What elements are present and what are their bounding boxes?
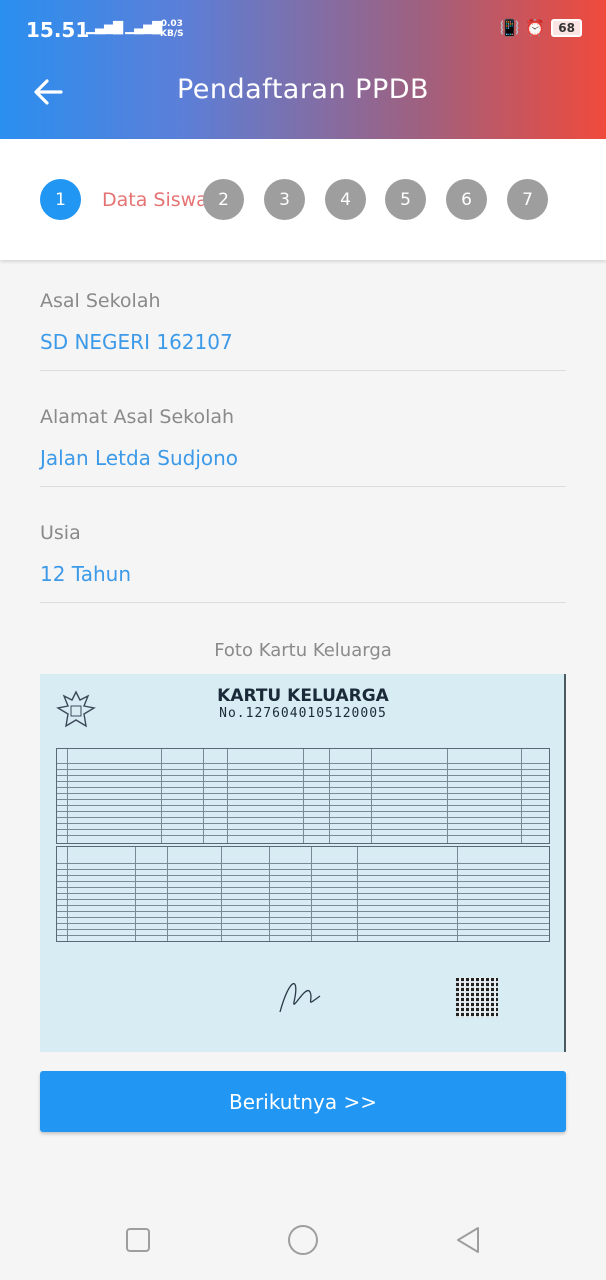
school-address-value: Jalan Letda Sudjono [40, 446, 239, 470]
age-label: Usia [40, 522, 81, 544]
card-heading: KARTU KELUARGA [217, 686, 389, 706]
app-header: 15.51 ▁▃▅▇ ▁▃▅▇ 0.03 KB/S 📳 ⏰ 68 Pendaft… [0, 0, 606, 139]
card-number: No.1276040105120005 [219, 706, 387, 721]
active-step-label: Data Siswa [102, 189, 208, 211]
system-nav-bar [0, 1200, 606, 1280]
circle-icon [288, 1225, 318, 1255]
network-speed-value: 0.03 [160, 19, 183, 29]
card-members-table [56, 748, 550, 844]
school-address-label: Alamat Asal Sekolah [40, 406, 235, 428]
school-origin-label: Asal Sekolah [40, 290, 161, 312]
step-6[interactable]: 6 [446, 179, 487, 220]
family-card-photo-title: Foto Kartu Keluarga [214, 640, 392, 661]
triangle-back-icon [457, 1227, 479, 1253]
vibrate-icon: 📳 [499, 18, 520, 37]
signal-icon: ▁▃▅▇ ▁▃▅▇ [86, 20, 162, 35]
qr-code-icon [456, 978, 498, 1018]
step-2[interactable]: 2 [203, 179, 244, 220]
step-5[interactable]: 5 [385, 179, 426, 220]
step-3[interactable]: 3 [264, 179, 305, 220]
status-bar: 15.51 ▁▃▅▇ ▁▃▅▇ 0.03 KB/S 📳 ⏰ 68 [0, 0, 606, 44]
step-4[interactable]: 4 [325, 179, 366, 220]
divider [40, 602, 566, 603]
status-time: 15.51 [26, 18, 90, 42]
step-1[interactable]: 1 [40, 179, 81, 220]
school-origin-value: SD NEGERI 162107 [40, 330, 233, 354]
divider [40, 486, 566, 487]
stepper: 1 Data Siswa 2 3 4 5 6 7 [0, 139, 606, 260]
back-nav-button[interactable] [450, 1222, 486, 1258]
next-button[interactable]: Berikutnya >> [40, 1071, 566, 1132]
family-card-photo[interactable]: KARTU KELUARGA No.1276040105120005 [40, 674, 566, 1052]
divider [40, 370, 566, 371]
recent-apps-button[interactable] [120, 1222, 156, 1258]
card-status-table [56, 846, 550, 942]
signature-stamp-icon [279, 982, 321, 1013]
age-value: 12 Tahun [40, 562, 131, 586]
square-icon [126, 1228, 150, 1252]
alarm-icon: ⏰ [525, 18, 546, 37]
network-speed: 0.03 KB/S [160, 19, 184, 39]
step-7[interactable]: 7 [507, 179, 548, 220]
status-icons: 📳 ⏰ 68 [499, 18, 582, 37]
network-speed-unit: KB/S [160, 29, 184, 39]
page-title: Pendaftaran PPDB [176, 74, 430, 105]
home-button[interactable] [285, 1222, 321, 1258]
battery-icon: 68 [551, 18, 582, 37]
